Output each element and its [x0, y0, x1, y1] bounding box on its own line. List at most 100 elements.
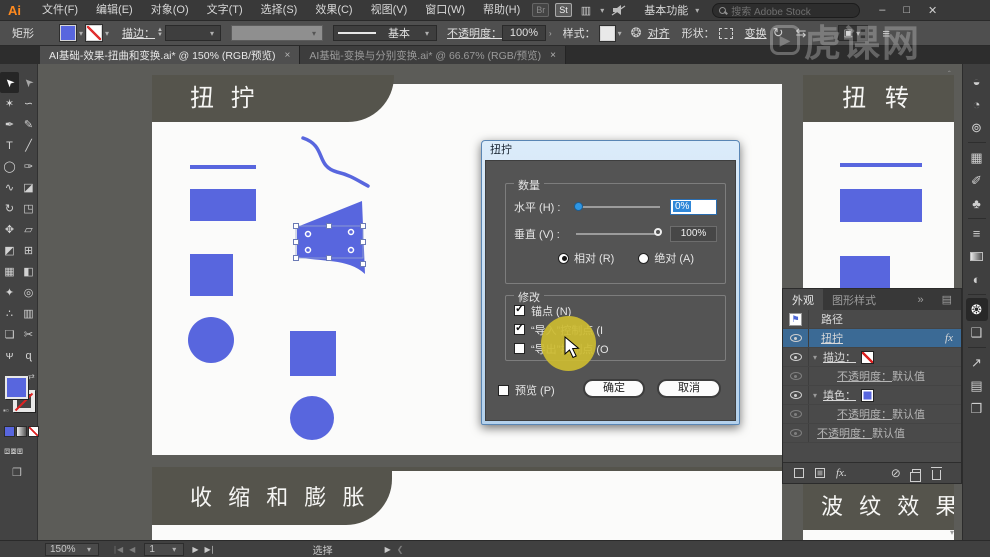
width-tool-icon[interactable]: ✥	[0, 219, 19, 240]
shape-circle[interactable]	[188, 317, 234, 363]
document-tab-inactive[interactable]: AI基础-变换与分别变换.ai* @ 66.67% (RGB/预览) ×	[300, 46, 566, 64]
slider-thumb[interactable]	[574, 202, 583, 211]
menu-file[interactable]: 文件(F)	[33, 0, 87, 21]
scroll-left-icon[interactable]: ❮	[397, 545, 404, 554]
shape-builder-tool-icon[interactable]: ◩	[0, 240, 19, 261]
menu-help[interactable]: 帮助(H)	[474, 0, 529, 21]
graph-tool-icon[interactable]: ▥	[19, 303, 38, 324]
menu-effect[interactable]: 效果(C)	[306, 0, 361, 21]
stroke-none-swatch[interactable]	[861, 351, 874, 364]
panel-menu-icon[interactable]: ≡	[882, 26, 890, 41]
fx-icon[interactable]: fx	[945, 332, 953, 344]
expand-panel-icon[interactable]: »	[908, 289, 932, 310]
appearance-row-opacity[interactable]: 不透明度： 默认值	[783, 424, 961, 443]
scale-tool-icon[interactable]: ◳	[19, 198, 38, 219]
visibility-eye-icon[interactable]	[790, 410, 802, 418]
hand-tool-icon[interactable]: ᴪ	[0, 345, 19, 366]
slice-tool-icon[interactable]: ✂	[19, 324, 38, 345]
effect-row-label[interactable]: 扭拧	[821, 330, 843, 346]
menu-select[interactable]: 选择(S)	[252, 0, 307, 21]
collapse-panel-icon[interactable]: ˆ	[948, 70, 951, 79]
in-control-checkbox[interactable]	[514, 324, 525, 335]
blend-tool-icon[interactable]: ◎	[19, 282, 38, 303]
zoom-tool-icon[interactable]: ɋ	[19, 345, 38, 366]
workspace-switcher[interactable]: 基本功能	[644, 2, 688, 18]
brushes-icon[interactable]: ✐	[966, 169, 988, 192]
opacity-link[interactable]: 不透明度：	[837, 406, 892, 422]
new-stroke-icon[interactable]	[794, 468, 804, 478]
flip-icon[interactable]: ⇆	[795, 25, 806, 41]
stroke-style-select[interactable]: 基本 ▾	[333, 25, 437, 41]
mesh-tool-icon[interactable]: ▦	[0, 261, 19, 282]
tab-close-icon[interactable]: ×	[550, 50, 556, 61]
fill-color-swatch[interactable]	[60, 25, 76, 41]
rotate-tool-icon[interactable]: ↻	[0, 198, 19, 219]
vertical-value-input[interactable]: 100%	[670, 226, 717, 242]
document-setup-icon[interactable]: ❂	[631, 25, 642, 41]
appearance-row-twist-effect[interactable]: 扭拧 fx	[783, 329, 961, 348]
visibility-eye-icon[interactable]	[790, 429, 802, 437]
preview-checkbox[interactable]	[498, 385, 509, 396]
opacity-label[interactable]: 不透明度：	[447, 25, 502, 41]
layout-icon[interactable]: ▥	[581, 4, 591, 17]
screen-mode-icon[interactable]: ❒	[12, 466, 22, 479]
lasso-tool-icon[interactable]: ∽	[19, 93, 38, 114]
tab-close-icon[interactable]: ×	[285, 50, 291, 61]
shape-line[interactable]	[190, 165, 256, 169]
chevron-down-icon[interactable]: ▾	[105, 29, 109, 38]
last-artboard-icon[interactable]: ▶∣	[204, 545, 214, 554]
cancel-button[interactable]: 取消	[657, 379, 721, 398]
ellipse-tool-icon[interactable]: ◯	[0, 156, 19, 177]
menu-window[interactable]: 窗口(W)	[416, 0, 474, 21]
fill-color-swatch[interactable]	[861, 389, 874, 402]
graphic-styles-icon[interactable]: ❑	[966, 321, 988, 344]
shape-rect-turn-2[interactable]	[840, 256, 890, 288]
symbol-sprayer-tool-icon[interactable]: ∴	[0, 303, 19, 324]
tab-graphic-styles[interactable]: 图形样式	[823, 289, 885, 310]
magic-wand-tool-icon[interactable]: ✶	[0, 93, 19, 114]
document-tab-active[interactable]: AI基础-效果-扭曲和变换.ai* @ 150% (RGB/预览) ×	[40, 46, 300, 64]
gradient-tool-icon[interactable]: ◧	[19, 261, 38, 282]
stroke-weight-select[interactable]: ▾	[165, 25, 221, 41]
menu-view[interactable]: 视图(V)	[362, 0, 417, 21]
shape-twisted-selected[interactable]	[290, 195, 374, 281]
new-effect-icon[interactable]: fx.	[836, 467, 847, 479]
menu-edit[interactable]: 编辑(E)	[87, 0, 142, 21]
appearance-row-path[interactable]: ⚑ 路径	[783, 310, 961, 329]
eyedropper-tool-icon[interactable]: ✦	[0, 282, 19, 303]
swap-fill-stroke-icon[interactable]: ⇄	[28, 372, 35, 381]
panel-menu-icon[interactable]: ▤	[933, 289, 961, 310]
opacity-value[interactable]: 100%	[502, 25, 546, 41]
artboard-tool-icon[interactable]: ❏	[0, 324, 19, 345]
maximize-button[interactable]: □	[894, 4, 919, 16]
artboard-pucker-title[interactable]: 收 缩 和 膨 胀	[152, 471, 392, 525]
dialog-title[interactable]: 扭拧	[485, 141, 736, 160]
status-popup-icon[interactable]: ▶	[385, 545, 391, 554]
fill-row-label[interactable]: 填色：	[823, 387, 856, 403]
fill-swatch[interactable]	[5, 376, 28, 399]
stroke-label[interactable]: 描边：	[122, 25, 155, 41]
stroke-row-label[interactable]: 描边：	[823, 349, 856, 365]
shaper-tool-icon[interactable]: ∿	[0, 177, 19, 198]
slider-thumb[interactable]	[654, 228, 662, 236]
absolute-label[interactable]: 绝对 (A)	[654, 250, 694, 266]
eraser-tool-icon[interactable]: ◪	[19, 177, 38, 198]
appearance-row-stroke[interactable]: ▾ 描边：	[783, 348, 961, 367]
clear-appearance-icon[interactable]: ⊘	[891, 466, 901, 480]
new-fill-icon[interactable]	[815, 468, 825, 478]
duplicate-item-icon[interactable]	[912, 469, 921, 477]
preview-checkbox-label[interactable]: 预览 (P)	[515, 382, 555, 398]
visibility-eye-icon[interactable]	[790, 353, 802, 361]
none-button[interactable]	[28, 426, 39, 437]
shape-s-curve[interactable]	[295, 134, 375, 190]
line-tool-icon[interactable]: ╱	[19, 135, 38, 156]
swatches-icon[interactable]: ▦	[966, 146, 988, 169]
next-artboard-icon[interactable]: ▶	[192, 545, 198, 554]
artboard-ripple-title[interactable]: 波 纹 效 果	[803, 484, 954, 530]
vertical-slider[interactable]	[576, 233, 660, 235]
broadcast-icon[interactable]	[611, 4, 626, 16]
free-transform-tool-icon[interactable]: ▱	[19, 219, 38, 240]
stock-button[interactable]: St	[555, 3, 572, 17]
horizontal-slider[interactable]	[576, 206, 660, 208]
type-tool-icon[interactable]: T	[0, 135, 19, 156]
